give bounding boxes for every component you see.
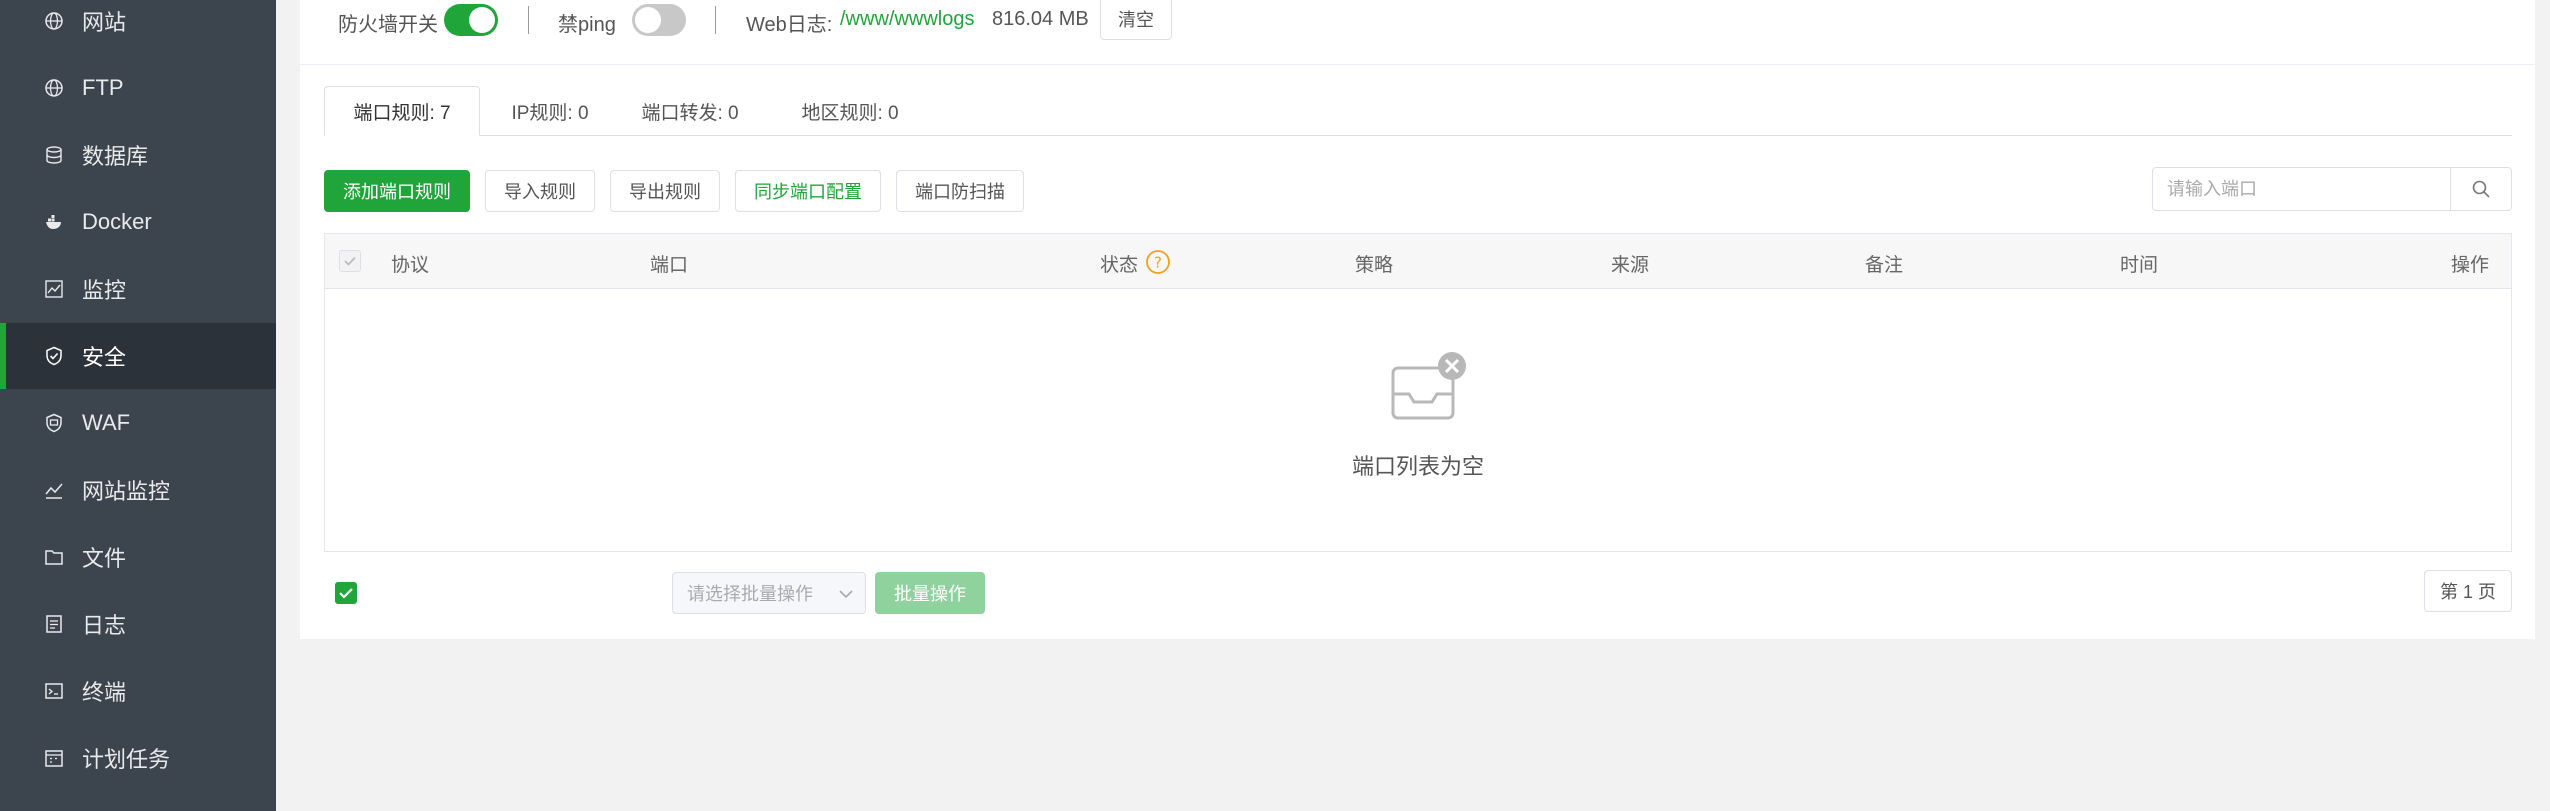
sync-port-config-button[interactable]: 同步端口配置 xyxy=(735,170,881,212)
empty-message: 端口列表为空 xyxy=(1351,454,1484,479)
batch-action-placeholder: 请选择批量操作 xyxy=(687,584,813,604)
globe-icon xyxy=(45,12,63,30)
table-header: 协议 端口 状态 ? 策略 来源 备注 时间 操作 xyxy=(325,234,2511,289)
batch-action-select[interactable]: 请选择批量操作 xyxy=(672,572,866,614)
log-icon xyxy=(46,615,62,633)
search-button[interactable] xyxy=(2450,168,2511,210)
folder-icon xyxy=(45,550,63,565)
tab-port-forward[interactable]: 端口转发: 0 xyxy=(620,86,760,136)
check-icon xyxy=(344,256,356,266)
shield-check-icon xyxy=(46,346,62,366)
terminal-icon xyxy=(45,683,63,699)
check-icon xyxy=(339,588,353,599)
sidebar-item-ftp[interactable]: FTP xyxy=(0,55,276,121)
page-indicator: 第 1 页 xyxy=(2424,570,2512,612)
tab-region-rules[interactable]: 地区规则: 0 xyxy=(770,86,930,136)
database-icon xyxy=(46,146,62,164)
empty-inbox-icon xyxy=(1391,352,1466,420)
column-port: 端口 xyxy=(650,255,689,276)
column-source: 来源 xyxy=(1611,255,1650,276)
sidebar-item-label: 网站 xyxy=(82,10,127,35)
port-scan-protect-button[interactable]: 端口防扫描 xyxy=(896,170,1024,212)
globe-icon xyxy=(45,79,63,97)
port-search-input[interactable] xyxy=(2153,168,2453,210)
sidebar-item-site-monitor[interactable]: 网站监控 xyxy=(0,457,276,523)
sidebar-item-label: 计划任务 xyxy=(82,747,171,772)
divider xyxy=(715,6,716,34)
help-icon[interactable]: ? xyxy=(1145,249,1171,275)
sidebar-item-terminal[interactable]: 终端 xyxy=(0,658,276,724)
column-time: 时间 xyxy=(2120,255,2159,276)
sidebar-item-docker[interactable]: Docker xyxy=(0,189,276,255)
sidebar-item-label: 终端 xyxy=(82,680,127,705)
export-rules-button[interactable]: 导出规则 xyxy=(610,170,720,212)
sidebar-item-cron[interactable]: 计划任务 xyxy=(0,725,276,791)
svg-text:?: ? xyxy=(1154,254,1162,272)
tab-port-rules[interactable]: 端口规则: 7 xyxy=(324,86,480,136)
column-remark: 备注 xyxy=(1865,255,1904,276)
column-actions: 操作 xyxy=(2451,255,2490,276)
waf-shield-icon xyxy=(46,413,62,433)
weblog-label: Web日志: xyxy=(746,14,833,36)
top-settings-row: 防火墙开关 禁ping Web日志: /www/wwwlogs 816.04 M… xyxy=(300,0,2535,65)
import-rules-button[interactable]: 导入规则 xyxy=(485,170,595,212)
weblog-size: 816.04 MB xyxy=(992,8,1089,30)
batch-action-button[interactable]: 批量操作 xyxy=(875,572,985,614)
firewall-switch[interactable] xyxy=(444,4,498,36)
divider xyxy=(528,6,529,34)
sidebar-item-label: WAF xyxy=(82,410,131,435)
column-strategy: 策略 xyxy=(1355,255,1394,276)
column-status: 状态 xyxy=(1100,255,1139,276)
search-icon xyxy=(2472,180,2490,198)
security-panel: 防火墙开关 禁ping Web日志: /www/wwwlogs 816.04 M… xyxy=(300,0,2535,639)
sidebar-item-label: FTP xyxy=(82,75,124,100)
port-search xyxy=(2152,167,2512,211)
sidebar-item-label: 日志 xyxy=(82,613,127,638)
select-all-checkbox[interactable] xyxy=(339,250,361,272)
sidebar-item-database[interactable]: 数据库 xyxy=(0,122,276,188)
ping-switch[interactable] xyxy=(632,4,686,36)
add-port-rule-button[interactable]: 添加端口规则 xyxy=(324,170,470,212)
sidebar-item-label: 安全 xyxy=(82,345,127,370)
sidebar-item-label: 文件 xyxy=(82,546,127,571)
sidebar-item-website[interactable]: 网站 xyxy=(0,0,276,54)
monitor-icon xyxy=(45,280,63,298)
sidebar-item-logs[interactable]: 日志 xyxy=(0,591,276,657)
weblog-path-link[interactable]: /www/wwwlogs xyxy=(840,8,974,31)
sidebar-item-label: 数据库 xyxy=(82,144,149,169)
sidebar-item-label: Docker xyxy=(82,209,152,234)
sidebar-item-security[interactable]: 安全 xyxy=(0,323,276,389)
sidebar: 网站 FTP 数据库 Docker 监控 安全 WAF 网站监控 文件 日志 终… xyxy=(0,0,276,811)
sidebar-item-waf[interactable]: WAF xyxy=(0,390,276,456)
calendar-icon xyxy=(45,750,63,767)
sidebar-item-files[interactable]: 文件 xyxy=(0,524,276,590)
port-rules-table: 协议 端口 状态 ? 策略 来源 备注 时间 操作 端口列表为空 xyxy=(324,233,2512,552)
firewall-label: 防火墙开关 xyxy=(338,14,438,36)
chart-line-icon xyxy=(45,483,63,499)
ping-label: 禁ping xyxy=(558,14,616,36)
clear-log-button[interactable]: 清空 xyxy=(1100,0,1172,40)
chevron-down-icon xyxy=(839,590,853,599)
sidebar-item-label: 监控 xyxy=(82,278,127,303)
sidebar-item-label: 网站监控 xyxy=(82,479,171,504)
sidebar-item-monitor[interactable]: 监控 xyxy=(0,256,276,322)
column-protocol: 协议 xyxy=(391,255,430,276)
batch-select-checkbox[interactable] xyxy=(335,582,357,604)
docker-icon xyxy=(46,215,61,229)
tab-ip-rules[interactable]: IP规则: 0 xyxy=(490,86,610,136)
